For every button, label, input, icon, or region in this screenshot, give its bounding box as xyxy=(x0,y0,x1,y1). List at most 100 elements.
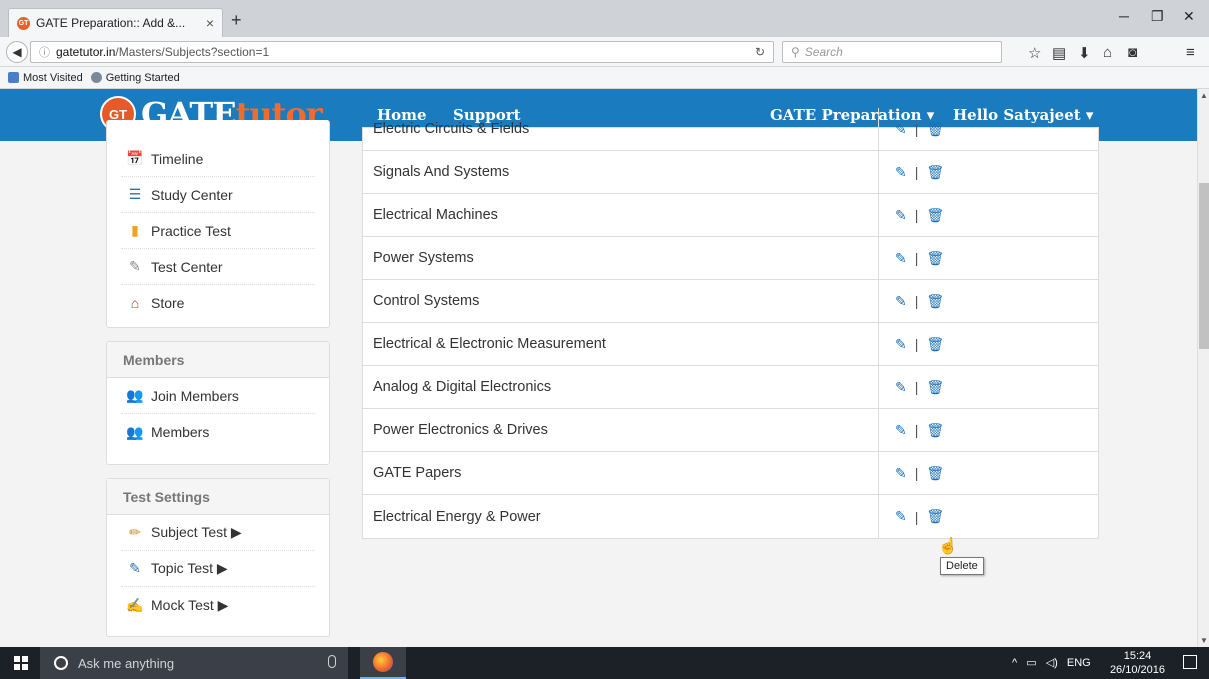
delete-trash-icon[interactable]: 🗑 xyxy=(926,422,944,439)
edit-pencil-icon[interactable]: ✎ xyxy=(895,465,907,482)
mock-icon: ✍ xyxy=(126,596,144,613)
network-icon[interactable]: ▭ xyxy=(1026,657,1036,669)
row-actions: ✎ | 🗑 xyxy=(878,280,1100,322)
url-path: /Masters/Subjects?section=1 xyxy=(115,45,270,59)
action-separator: | xyxy=(914,293,919,309)
pocket-icon[interactable]: ◙ xyxy=(1128,44,1137,61)
window-close-icon[interactable]: ✕ xyxy=(1183,8,1195,25)
subject-name: Electrical Energy & Power xyxy=(373,508,541,525)
minimize-icon[interactable]: ─ xyxy=(1119,8,1129,24)
edit-pencil-icon[interactable]: ✎ xyxy=(895,422,907,439)
info-icon[interactable]: ⓘ xyxy=(39,44,50,60)
bookmark-getting-started[interactable]: Getting Started xyxy=(90,72,180,84)
table-row: Electrical Machines ✎ | 🗑 xyxy=(363,194,1098,237)
row-actions: ✎ | 🗑 xyxy=(878,495,1100,538)
delete-trash-icon[interactable]: 🗑 xyxy=(926,465,944,482)
subject-name: Control Systems xyxy=(373,293,480,309)
delete-trash-icon[interactable]: 🗑 xyxy=(926,336,944,353)
subject-name: Electrical & Electronic Measurement xyxy=(373,336,606,352)
edit-pencil-icon[interactable]: ✎ xyxy=(895,164,907,181)
menu-icon[interactable]: ≡ xyxy=(1186,44,1195,61)
page-scrollbar[interactable]: ▲ ▼ xyxy=(1197,89,1209,647)
row-actions: ✎ | 🗑 xyxy=(878,237,1100,279)
edit-pencil-icon[interactable]: ✎ xyxy=(895,379,907,396)
restore-icon[interactable]: ❐ xyxy=(1151,8,1164,25)
windows-start-icon[interactable] xyxy=(14,656,28,670)
url-bar[interactable]: ⓘ gatetutor.in/Masters/Subjects?section=… xyxy=(30,41,774,63)
edit-pencil-icon[interactable]: ✎ xyxy=(895,508,907,525)
delete-trash-icon[interactable]: 🗑 xyxy=(926,293,944,310)
language-indicator[interactable]: ENG xyxy=(1067,657,1091,669)
firefox-taskbar-button[interactable] xyxy=(360,647,406,679)
pencil-icon: ✏ xyxy=(129,524,141,540)
subject-name: GATE Papers xyxy=(373,465,462,481)
sidebar-item-test-center[interactable]: ✎ Test Center xyxy=(121,249,315,285)
edit-pencil-icon[interactable]: ✎ xyxy=(895,293,907,310)
notifications-icon[interactable] xyxy=(1183,655,1197,669)
bookmark-most-visited[interactable]: Most Visited xyxy=(8,72,83,84)
sidebar-item-timeline[interactable]: 📅 Timeline xyxy=(121,141,315,177)
row-actions: ✎ | 🗑 xyxy=(878,366,1100,408)
browser-search-input[interactable]: ⚲ Search xyxy=(782,41,1002,63)
bookmark-star-icon[interactable]: ☆ xyxy=(1028,44,1041,62)
subject-name: Analog & Digital Electronics xyxy=(373,379,552,395)
system-clock[interactable]: 15:24 26/10/2016 xyxy=(1110,649,1165,677)
delete-trash-icon[interactable]: 🗑 xyxy=(926,379,944,396)
delete-trash-icon[interactable]: 🗑 xyxy=(926,164,944,181)
chevron-up-icon[interactable]: ^ xyxy=(1012,657,1017,669)
subject-name: Electric Circuits & Fields xyxy=(373,121,530,137)
test-settings-panel-title: Test Settings xyxy=(107,479,329,515)
cortana-search-input[interactable]: Ask me anything xyxy=(40,647,348,679)
browser-tab[interactable]: GT GATE Preparation:: Add &... × xyxy=(8,8,223,37)
edit-pencil-icon[interactable]: ✎ xyxy=(895,336,907,353)
edit-pencil-icon[interactable]: ✎ xyxy=(895,121,907,138)
sidebar-item-practice-test[interactable]: ▮ Practice Test xyxy=(121,213,315,249)
sidebar-item-subject-test[interactable]: ✏ Subject Test ▶ xyxy=(121,515,315,551)
home-icon[interactable]: ⌂ xyxy=(1103,44,1112,61)
tray-icons[interactable]: ^ ▭ ◁) ENG xyxy=(1012,656,1091,669)
scroll-up-icon[interactable]: ▲ xyxy=(1200,91,1208,100)
download-icon[interactable]: ⬇ xyxy=(1078,44,1091,62)
edit-pencil-icon[interactable]: ✎ xyxy=(895,250,907,267)
store-icon: ⌂ xyxy=(130,295,140,311)
reload-icon[interactable]: ↻ xyxy=(755,45,765,59)
new-tab-button[interactable]: + xyxy=(231,10,242,31)
delete-trash-icon[interactable]: 🗑 xyxy=(926,250,944,267)
row-actions: ✎ | 🗑 xyxy=(878,151,1100,193)
subjects-table: Electric Circuits & Fields ✎ | 🗑 Signals An… xyxy=(362,108,1100,539)
delete-trash-icon[interactable]: 🗑 xyxy=(926,207,944,224)
action-separator: | xyxy=(914,422,919,438)
scrollbar-thumb[interactable] xyxy=(1199,183,1209,349)
clock-date: 26/10/2016 xyxy=(1109,664,1165,676)
subject-name: Electrical Machines xyxy=(373,207,498,223)
volume-icon[interactable]: ◁) xyxy=(1046,657,1058,669)
sidebar-item-mock-test[interactable]: ✍ Mock Test ▶ xyxy=(121,587,315,623)
sidebar-item-store[interactable]: ⌂ Store xyxy=(121,285,315,321)
subject-name: Signals And Systems xyxy=(373,164,510,180)
delete-tooltip: Delete xyxy=(940,557,984,575)
row-actions: ✎ | 🗑 xyxy=(878,108,1100,150)
tab-close-icon[interactable]: × xyxy=(206,15,214,31)
sidebar-item-study-center[interactable]: ☰ Study Center xyxy=(121,177,315,213)
bookmarks-bar: Most Visited Getting Started xyxy=(0,67,1209,89)
edit-pencil-icon[interactable]: ✎ xyxy=(895,207,907,224)
firefox-icon xyxy=(373,652,393,672)
members-icon: 👥 xyxy=(126,423,144,440)
scroll-down-icon[interactable]: ▼ xyxy=(1200,636,1208,645)
sidebar-item-topic-test[interactable]: ✎ Topic Test ▶ xyxy=(121,551,315,587)
sidebar-item-members[interactable]: 👥 Members xyxy=(121,414,315,450)
url-host: gatetutor.in xyxy=(56,45,116,59)
row-actions: ✎ | 🗑 xyxy=(878,452,1100,494)
members-panel-title: Members xyxy=(107,342,329,378)
sidebar-item-join-members[interactable]: 👥 Join Members xyxy=(121,378,315,414)
reading-list-icon[interactable]: ▤ xyxy=(1052,44,1066,62)
timeline-icon: 📅 xyxy=(126,150,144,166)
table-row: Control Systems ✎ | 🗑 xyxy=(363,280,1098,323)
table-row: GATE Papers ✎ | 🗑 xyxy=(363,452,1098,495)
back-button[interactable]: ◀ xyxy=(6,41,28,63)
members-panel: Members 👥 Join Members 👥 Members xyxy=(106,341,330,465)
delete-trash-icon[interactable]: 🗑 xyxy=(926,121,944,138)
microphone-icon[interactable] xyxy=(328,655,336,668)
join-members-icon: 👥 xyxy=(126,387,144,403)
delete-trash-icon[interactable]: 🗑 xyxy=(926,508,944,525)
